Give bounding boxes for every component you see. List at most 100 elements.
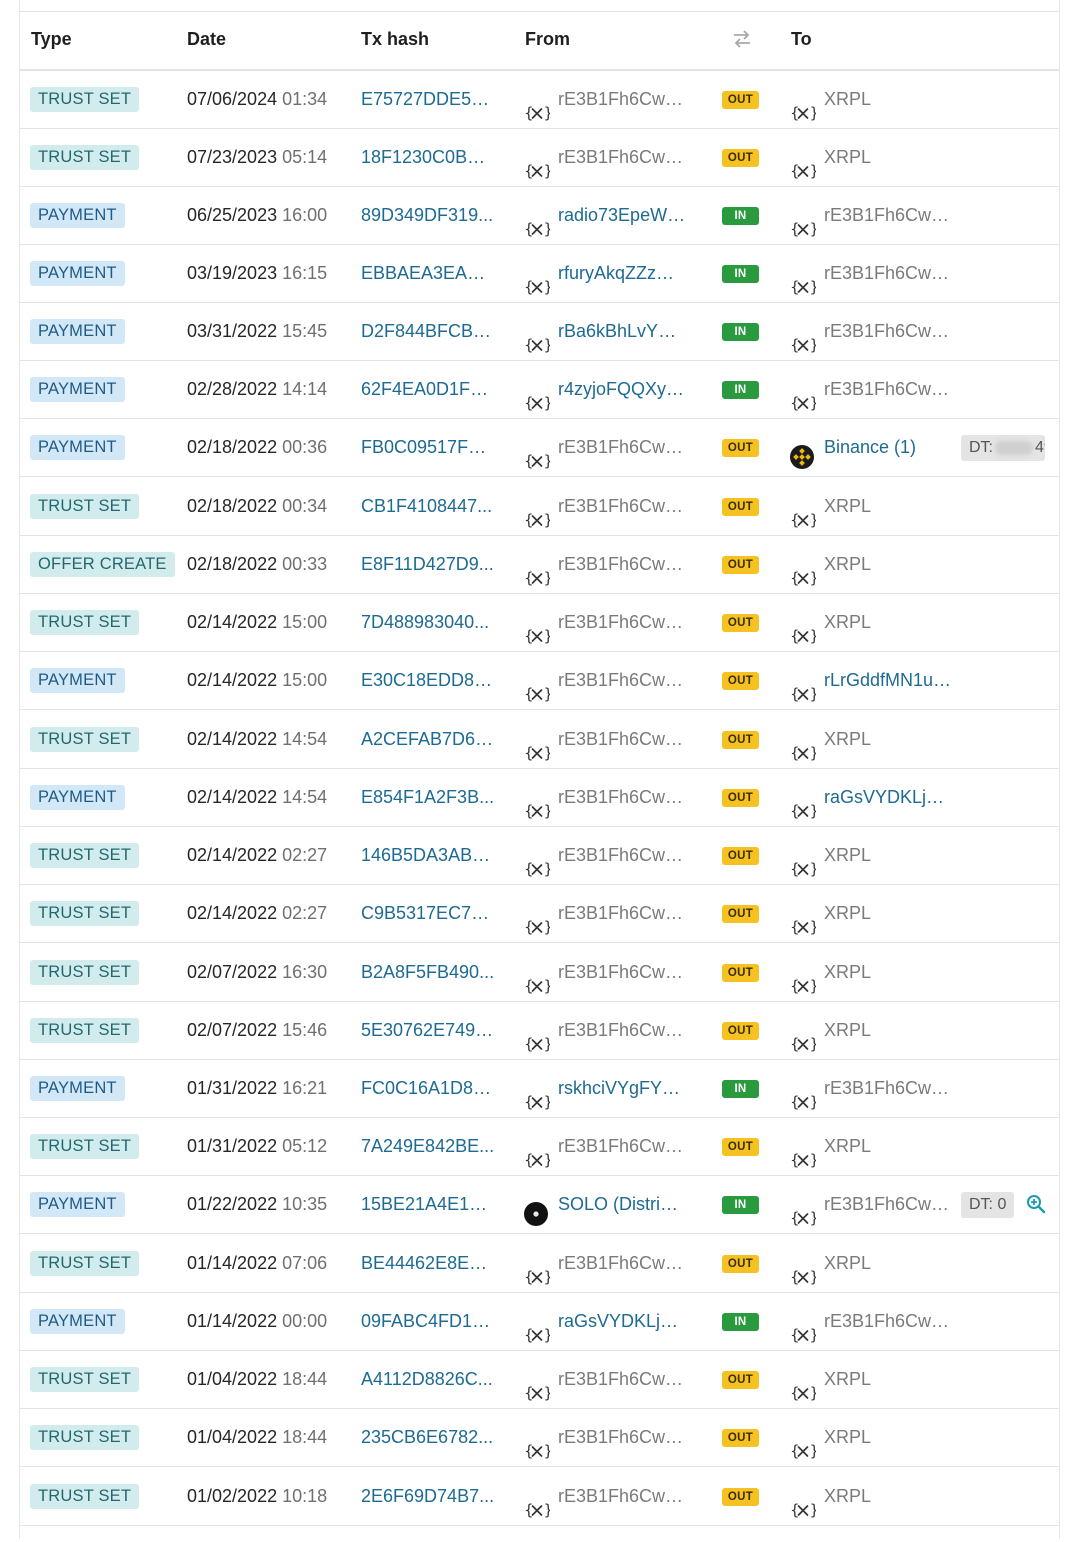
tx-hash-link[interactable]: E854F1A2F3B... [361, 769, 495, 825]
from-address[interactable]: SOLO (Distribut... [524, 1176, 709, 1232]
direction-badge: OUT [722, 847, 759, 865]
tx-hash-link[interactable]: A4112D8826C... [361, 1351, 495, 1407]
tx-hash-link[interactable]: FB0C09517FB... [361, 419, 495, 475]
tx-hash-link[interactable]: EBBAEA3EA2E... [361, 245, 495, 301]
tx-hash-link[interactable]: 235CB6E6782... [361, 1409, 495, 1465]
from-address-text[interactable]: rskhciVYgFYdT... [558, 1060, 688, 1116]
direction-badge: OUT [722, 498, 759, 516]
account-icon: {} [524, 729, 553, 762]
tx-date-day: 02/14/2022 [187, 612, 278, 632]
tx-hash-link[interactable]: 146B5DA3AB4... [361, 827, 495, 883]
account-icon: {} [524, 1020, 553, 1053]
table-row[interactable]: PAYMENT 01/22/2022 10:35 15BE21A4E1E... SOL… [20, 1176, 1059, 1234]
table-row[interactable]: PAYMENT02/28/2022 14:1462F4EA0D1FB...{}r… [20, 361, 1059, 419]
to-address: {}XRPL [790, 478, 970, 534]
tx-hash-link[interactable]: A2CEFAB7D6B... [361, 711, 495, 767]
account-icon: {} [790, 1078, 819, 1111]
to-address[interactable]: {}raGsVYDKLjMY... [790, 769, 970, 825]
from-address[interactable]: {}r4zyjoFQQXyV... [524, 361, 709, 417]
table-row[interactable]: TRUST SET 02/14/2022 02:27 146B5DA3AB4... {… [20, 827, 1059, 885]
table-row[interactable]: PAYMENT03/19/2023 16:15EBBAEA3EA2E...{}r… [20, 245, 1059, 303]
tx-hash-link[interactable]: 09FABC4FD16... [361, 1293, 495, 1349]
table-row[interactable]: TRUST SET 01/04/2022 18:44 A4112D8826C... {… [20, 1351, 1059, 1409]
table-row[interactable]: PAYMENT06/25/2023 16:0089D349DF319...{}r… [20, 187, 1059, 245]
tx-hash-link[interactable]: CB1F4108447... [361, 478, 495, 534]
tx-hash-link[interactable]: E75727DDE5B... [361, 71, 495, 127]
tx-date-day: 06/25/2023 [187, 205, 278, 225]
tx-hash-link[interactable]: E8F11D427D9... [361, 536, 495, 592]
svg-text:}: } [544, 104, 551, 122]
table-row[interactable]: TRUST SET 07/06/2024 01:34 E75727DDE5B... {… [20, 71, 1059, 129]
tx-hash-link[interactable]: 7D488983040... [361, 594, 495, 650]
from-address[interactable]: {}raGsVYDKLjMY... [524, 1293, 709, 1349]
tx-hash-link[interactable]: 2E6F69D74B7... [361, 1468, 495, 1524]
table-row[interactable]: OFFER CREATE 02/18/2022 00:33 E8F11D427D9.… [20, 536, 1059, 594]
tx-hash-link[interactable]: FC0C16A1D8F... [361, 1060, 495, 1116]
table-row[interactable]: TRUST SET 02/07/2022 15:46 5E30762E7499...… [20, 1002, 1059, 1060]
zoom-in-icon[interactable] [1026, 1194, 1046, 1214]
from-address[interactable]: {}radio73EpeWX... [524, 187, 709, 243]
table-row[interactable]: PAYMENT02/18/2022 00:36FB0C09517FB...{}r… [20, 419, 1059, 477]
svg-text:{: { [524, 977, 534, 995]
from-address-text: rE3B1Fh6CwM... [558, 1020, 688, 1040]
table-row[interactable]: TRUST SET 01/04/2022 18:44 235CB6E6782... {… [20, 1409, 1059, 1467]
column-header-from[interactable]: From [525, 12, 570, 69]
tx-date-time: 15:46 [282, 1020, 328, 1040]
table-row[interactable]: TRUST SET 02/07/2022 16:30 B2A8F5FB490... {… [20, 944, 1059, 1002]
table-row[interactable]: PAYMENT03/31/2022 15:45D2F844BFCB5...{}r… [20, 303, 1059, 361]
tx-hash-link[interactable]: 5E30762E7499... [361, 1002, 495, 1058]
column-header-type[interactable]: Type [31, 12, 72, 69]
from-address-text: rE3B1Fh6CwM... [558, 1486, 688, 1506]
swap-arrows-icon[interactable] [732, 29, 752, 49]
svg-text:{: { [524, 1151, 534, 1169]
from-address-text[interactable]: raGsVYDKLjMY... [558, 1293, 688, 1349]
to-address-text[interactable]: rLrGddfMN1u9... [824, 652, 954, 708]
column-header-to[interactable]: To [791, 12, 812, 69]
to-address-text: rE3B1Fh6CwM... [824, 1194, 954, 1214]
from-address-text[interactable]: rfuryAkqZZzQa... [558, 245, 688, 301]
tx-hash-link[interactable]: B2A8F5FB490... [361, 944, 495, 1000]
tx-hash-link[interactable]: 7A249E842BE... [361, 1118, 495, 1174]
from-address[interactable]: {}rskhciVYgFYdT... [524, 1060, 709, 1116]
from-address-text[interactable]: radio73EpeWX... [558, 187, 688, 243]
tx-hash-link[interactable]: C9B5317EC79... [361, 885, 495, 941]
to-address-text: XRPL [824, 1136, 872, 1156]
column-header-tx-hash[interactable]: Tx hash [361, 12, 429, 69]
tx-date-time: 15:00 [282, 612, 328, 632]
table-row[interactable]: PAYMENT02/14/2022 14:54E854F1A2F3B...{}r… [20, 769, 1059, 827]
tx-hash-link[interactable]: BE44462E8E83... [361, 1235, 495, 1291]
type-badge: PAYMENT [30, 261, 125, 286]
from-address-text[interactable]: rBa6kBhLvYVT... [558, 303, 688, 359]
to-address[interactable]: Binance (1) [790, 419, 970, 475]
from-address[interactable]: {}rBa6kBhLvYVT... [524, 303, 709, 359]
column-header-date[interactable]: Date [187, 12, 226, 69]
table-row[interactable]: TRUST SET 07/23/2023 05:14 18F1230C0BEF...… [20, 129, 1059, 187]
from-address-text[interactable]: r4zyjoFQQXyV... [558, 361, 688, 417]
table-row[interactable]: TRUST SET 01/31/2022 05:12 7A249E842BE... {… [20, 1118, 1059, 1176]
tx-hash-link[interactable]: 15BE21A4E1E... [361, 1176, 495, 1232]
to-address-text[interactable]: Binance (1) [824, 419, 954, 475]
svg-text:{: { [524, 511, 534, 529]
table-row[interactable]: PAYMENT01/31/2022 16:21FC0C16A1D8F...{}r… [20, 1060, 1059, 1118]
table-row[interactable]: TRUST SET 02/18/2022 00:34 CB1F4108447... {… [20, 478, 1059, 536]
from-address[interactable]: {}rfuryAkqZZzQa... [524, 245, 709, 301]
to-address-text[interactable]: raGsVYDKLjMY... [824, 769, 954, 825]
table-row[interactable]: TRUST SET 01/02/2022 10:18 2E6F69D74B7... {… [20, 1468, 1059, 1526]
tx-hash-link[interactable]: 62F4EA0D1FB... [361, 361, 495, 417]
svg-text:{: { [524, 1384, 534, 1402]
tx-hash-link[interactable]: 18F1230C0BEF... [361, 129, 495, 185]
svg-text:}: } [810, 1093, 817, 1111]
table-row[interactable]: TRUST SET 01/14/2022 07:06 BE44462E8E83...… [20, 1235, 1059, 1293]
tx-hash-link[interactable]: E30C18EDD8C... [361, 652, 495, 708]
tx-hash-link[interactable]: D2F844BFCB5... [361, 303, 495, 359]
table-row[interactable]: PAYMENT01/14/2022 00:0009FABC4FD16...{}r… [20, 1293, 1059, 1351]
from-address-text[interactable]: SOLO (Distribut... [558, 1176, 688, 1232]
table-row[interactable]: TRUST SET 02/14/2022 02:27 C9B5317EC79... {… [20, 885, 1059, 943]
account-icon: {} [790, 379, 819, 412]
from-address-text: rE3B1Fh6CwM... [558, 1136, 688, 1156]
table-row[interactable]: TRUST SET 02/14/2022 15:00 7D488983040... {… [20, 594, 1059, 652]
table-row[interactable]: TRUST SET 02/14/2022 14:54 A2CEFAB7D6B... {… [20, 711, 1059, 769]
tx-hash-link[interactable]: 89D349DF319... [361, 187, 495, 243]
table-row[interactable]: PAYMENT02/14/2022 15:00E30C18EDD8C...{}r… [20, 652, 1059, 710]
to-address[interactable]: {}rLrGddfMN1u9... [790, 652, 970, 708]
